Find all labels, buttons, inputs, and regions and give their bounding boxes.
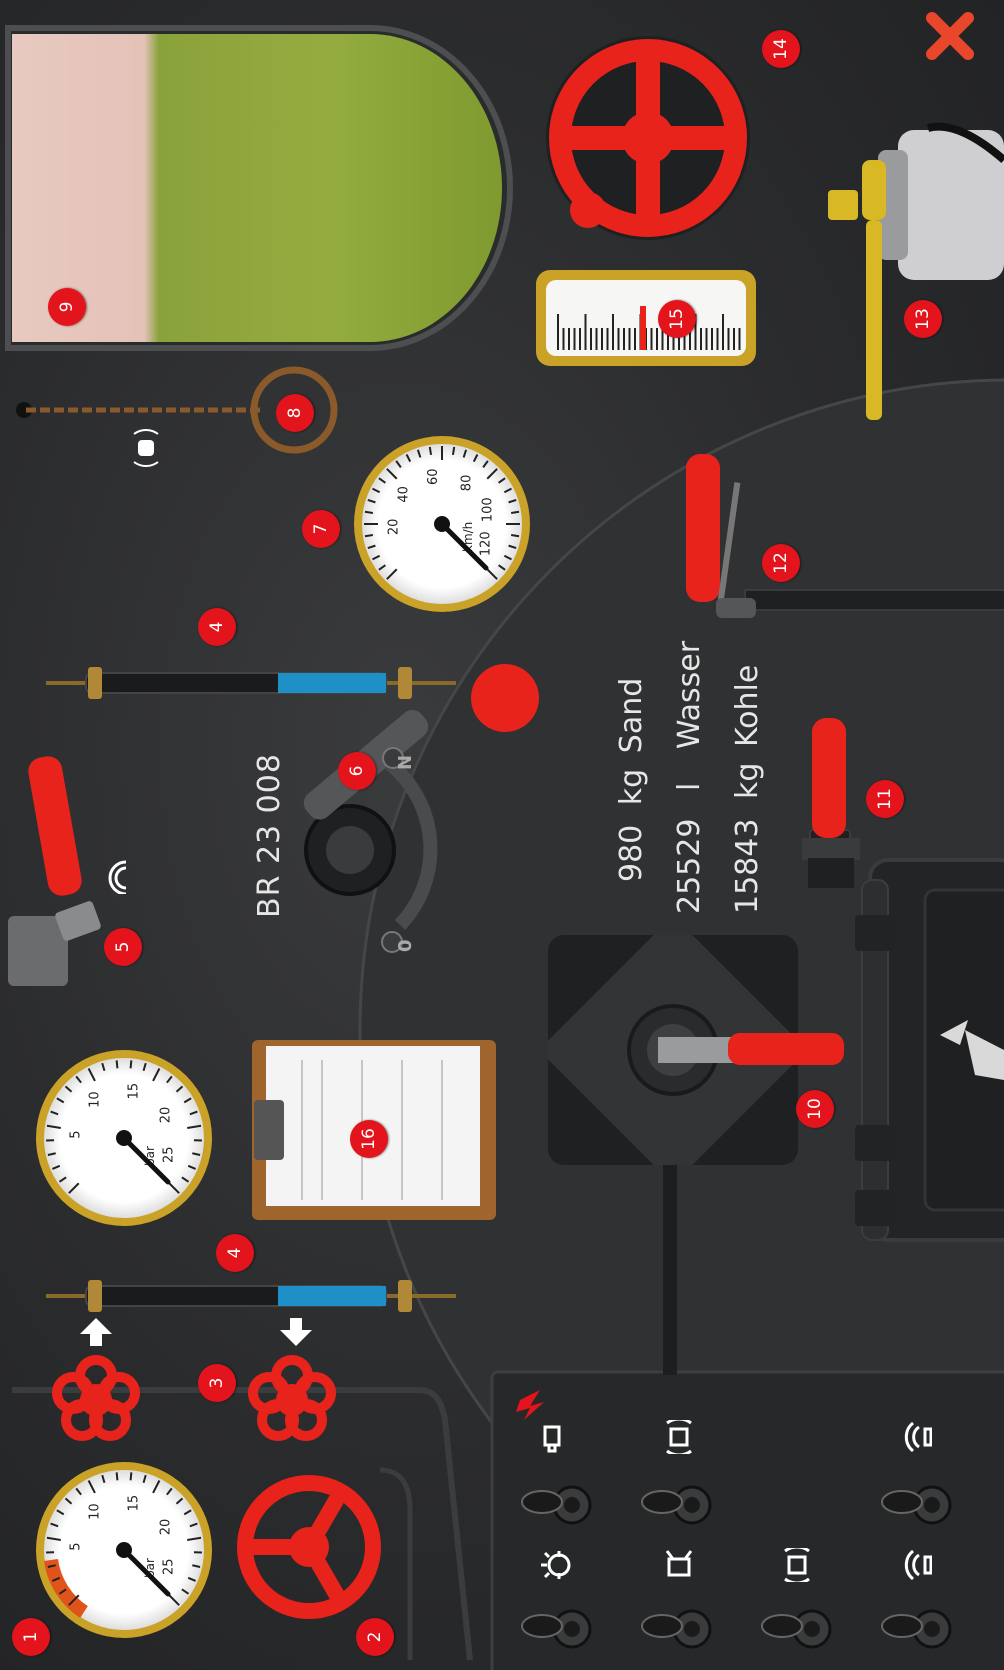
brake-handwheel[interactable] <box>236 1474 382 1620</box>
supply-water-label: Wasser <box>672 640 707 750</box>
light-icon <box>541 1551 571 1579</box>
gauge-label: 25 <box>161 1147 176 1164</box>
badge-1[interactable]: 1 <box>12 1618 50 1656</box>
gauge-label: 25 <box>161 1559 176 1576</box>
gauge-tick <box>510 510 520 515</box>
supply-water-unit: l <box>672 782 707 792</box>
badge-16[interactable]: 16 <box>350 1120 388 1158</box>
badge-11[interactable]: 11 <box>866 780 904 818</box>
sand-icon <box>543 1425 561 1453</box>
whistle-icon <box>665 1550 693 1577</box>
gauge-tick <box>451 446 456 456</box>
supply-water-value: 25529 <box>672 818 707 914</box>
bell-icon <box>666 1420 692 1454</box>
toggle-horn-right[interactable] <box>880 1480 960 1530</box>
gauge-label: 60 <box>426 469 441 486</box>
gauge-label: 20 <box>159 1519 174 1536</box>
supply-coal-unit: kg <box>730 762 765 800</box>
gauge-tick <box>364 533 374 538</box>
badge-10[interactable]: 10 <box>796 1090 834 1128</box>
supply-water: 25529 l Wasser <box>672 641 707 914</box>
gauge-tick <box>428 446 433 456</box>
cutoff-indicator <box>536 270 756 366</box>
gauge-label: 5 <box>69 1130 84 1138</box>
gauge-label: 120 <box>478 531 493 556</box>
badge-13[interactable]: 13 <box>904 300 942 338</box>
badge-9[interactable]: 9 <box>48 288 86 326</box>
toggle-horn-far[interactable] <box>880 1604 960 1654</box>
toggle-sand[interactable] <box>640 1604 720 1654</box>
gauge-tick <box>364 510 374 515</box>
regulator-lever[interactable] <box>548 935 848 1165</box>
badge-15[interactable]: 15 <box>658 300 696 338</box>
gauge-tick <box>115 1472 119 1481</box>
supply-coal-value: 15843 <box>730 818 765 914</box>
speedometer: 204060 80100120km/h <box>354 436 530 612</box>
bell-icon <box>133 429 159 467</box>
badge-5[interactable]: 5 <box>104 928 142 966</box>
supply-sand: 980 kg Sand <box>614 678 649 882</box>
badge-14[interactable]: 14 <box>762 30 800 68</box>
badge-8[interactable]: 8 <box>276 394 314 432</box>
close-icon[interactable] <box>922 8 978 64</box>
reverser-neutral-label: N <box>395 754 416 770</box>
wifi-horn-icon <box>108 860 127 894</box>
supply-sand-unit: kg <box>614 768 649 806</box>
gauge-tick <box>115 1060 119 1069</box>
badge-12[interactable]: 12 <box>762 544 800 582</box>
toggle-bell[interactable] <box>640 1480 720 1530</box>
loco-name: BR 23 008 <box>252 753 287 918</box>
lightning-icon <box>516 1390 544 1420</box>
gauge-tick <box>510 533 520 538</box>
badge-3[interactable]: 3 <box>198 1364 236 1402</box>
supply-sand-label: Sand <box>614 677 649 754</box>
badge-7[interactable]: 7 <box>302 510 340 548</box>
supply-coal: 15843 kg Kohle <box>730 665 765 914</box>
toggle-whistle[interactable] <box>760 1604 840 1654</box>
horn-icon <box>784 1548 810 1582</box>
reverser-lever[interactable] <box>290 660 550 960</box>
gauge-label: 80 <box>459 475 474 492</box>
supply-coal-label: Kohle <box>730 664 765 748</box>
injector-valve-right[interactable] <box>244 1352 340 1448</box>
gauge-label: 20 <box>159 1107 174 1124</box>
gauge-label: 15 <box>127 1495 142 1512</box>
gauge-label: 5 <box>69 1542 84 1550</box>
gauge-label: 20 <box>387 519 402 536</box>
injector-valve-left[interactable] <box>48 1352 144 1448</box>
badge-2[interactable]: 2 <box>356 1618 394 1656</box>
arrow-up-icon <box>80 1318 112 1346</box>
cab-panel: 5 10 15 20 25 bar 5 10 15 20 25 bar 20 40 60 80 100 120… <box>0 0 1004 1670</box>
gauge-label: 15 <box>127 1083 142 1100</box>
supply-sand-value: 980 <box>614 824 649 882</box>
blower-lever[interactable] <box>680 452 760 622</box>
brake-pressure-gauge[interactable]: 510152025bar <box>34 1048 214 1228</box>
gauge-tick <box>129 1472 133 1481</box>
badge-6[interactable]: 6 <box>338 752 376 790</box>
badge-4a[interactable]: 4 <box>216 1234 254 1272</box>
toggle-light[interactable] <box>520 1480 600 1530</box>
gauge-label: 100 <box>480 497 495 522</box>
driver-brake-valve[interactable] <box>818 120 1004 430</box>
gauge-label: 10 <box>88 1091 103 1108</box>
gauge-tick <box>129 1060 133 1069</box>
wifi-icon <box>904 1549 932 1581</box>
gauge-label: 10 <box>88 1503 103 1520</box>
handbrake-wheel[interactable] <box>538 28 758 248</box>
badge-4b[interactable]: 4 <box>198 608 236 646</box>
water-gauge-glass-lower <box>46 1280 456 1312</box>
arrow-down-icon <box>280 1318 312 1346</box>
toggle-horn-left[interactable] <box>520 1604 600 1654</box>
boiler-pressure-gauge[interactable]: 510152025bar <box>34 1460 214 1640</box>
reverser-zero-label: 0 <box>395 939 416 952</box>
gauge-label: 40 <box>397 486 412 503</box>
wifi-icon <box>904 1421 932 1453</box>
